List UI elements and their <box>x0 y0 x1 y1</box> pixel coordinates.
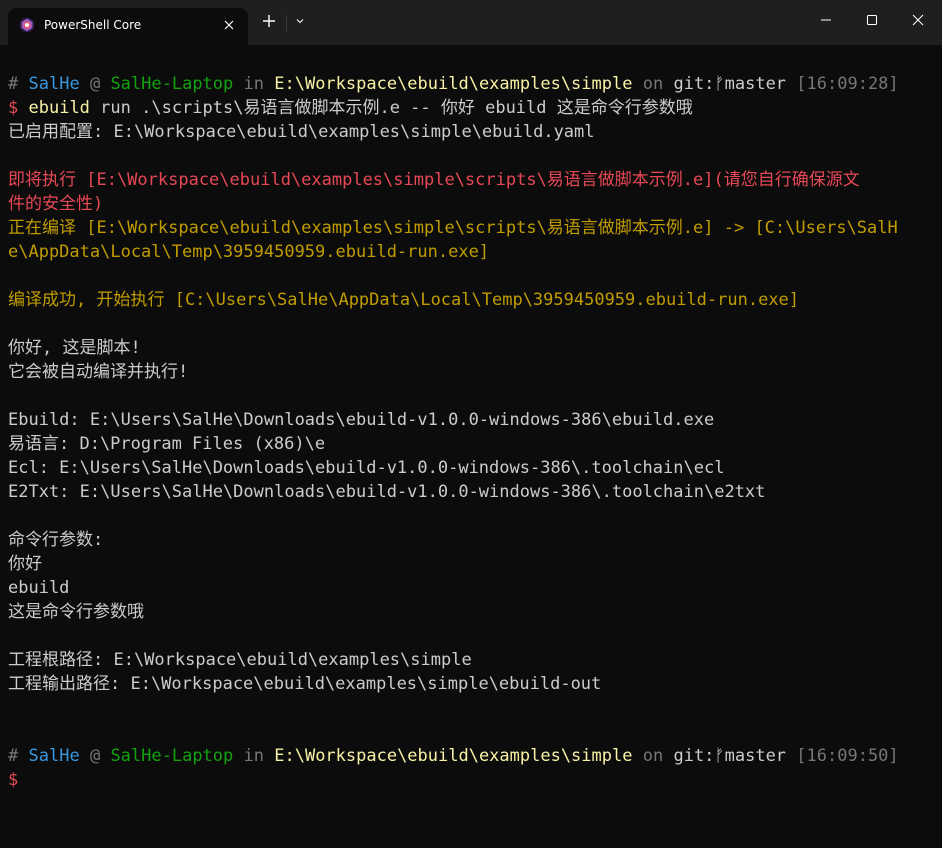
output-line: 易语言: D:\Program Files (x86)\e <box>8 434 326 454</box>
output-line: ebuild <box>8 578 70 598</box>
close-icon[interactable] <box>220 16 238 34</box>
output-line: 它会被自动编译并执行! <box>8 362 189 382</box>
prompt-git: git: <box>673 746 715 766</box>
output-line: 已启用配置: E:\Workspace\ebuild\examples\simp… <box>8 122 595 142</box>
minimize-icon <box>821 19 831 21</box>
output-line: 你好 <box>8 554 42 574</box>
close-icon <box>912 14 924 26</box>
new-tab-button[interactable] <box>258 10 280 32</box>
output-line: 件的安全性) <box>8 194 104 214</box>
git-branch-icon: ᚠ <box>714 746 725 766</box>
output-line: 你好, 这是脚本! <box>8 338 141 358</box>
output-line: Ecl: E:\Users\SalHe\Downloads\ebuild-v1.… <box>8 458 725 478</box>
title-bar: PowerShell Core <box>0 0 942 45</box>
prompt-host: SalHe-Laptop <box>110 74 234 94</box>
prompt-in: in <box>243 746 264 766</box>
command-line: $ ebuild run .\scripts\易语言做脚本示例.e -- 你好 … <box>8 96 934 120</box>
chevron-down-icon <box>296 19 304 24</box>
tab-separator <box>286 15 287 31</box>
prompt-dollar: $ <box>8 770 19 790</box>
prompt-path: E:\Workspace\ebuild\examples\simple <box>274 74 633 94</box>
output-line: 工程输出路径: E:\Workspace\ebuild\examples\sim… <box>8 674 602 694</box>
tab-dropdown-button[interactable] <box>289 10 311 32</box>
output-line: 编译成功, 开始执行 [C:\Users\SalHe\AppData\Local… <box>8 290 800 310</box>
prompt-user: SalHe <box>28 74 80 94</box>
command-output: 已启用配置: E:\Workspace\ebuild\examples\simp… <box>8 120 934 744</box>
prompt-hash: # <box>8 74 19 94</box>
command-args: run .\scripts\易语言做脚本示例.e -- 你好 ebuild 这是… <box>100 98 693 118</box>
minimize-button[interactable] <box>803 4 849 36</box>
prompt-user: SalHe <box>28 746 80 766</box>
output-line: 命令行参数: <box>8 530 104 550</box>
output-line: Ebuild: E:\Users\SalHe\Downloads\ebuild-… <box>8 410 715 430</box>
maximize-button[interactable] <box>849 4 895 36</box>
prompt-branch: master <box>724 74 787 94</box>
plus-icon <box>263 15 275 27</box>
command-name: ebuild <box>28 98 90 118</box>
prompt-at: @ <box>89 746 101 766</box>
prompt-hash: # <box>8 746 19 766</box>
prompt-at: @ <box>89 74 101 94</box>
prompt-time: [16:09:28] <box>796 74 899 94</box>
output-line: 工程根路径: E:\Workspace\ebuild\examples\simp… <box>8 650 472 670</box>
prompt-time: [16:09:50] <box>796 746 899 766</box>
output-line: 正在编译 [E:\Workspace\ebuild\examples\simpl… <box>8 218 898 238</box>
prompt-host: SalHe-Laptop <box>110 746 234 766</box>
powershell-icon <box>19 17 35 33</box>
tab-powershell-core[interactable]: PowerShell Core <box>8 8 248 45</box>
prompt-git: git: <box>673 74 715 94</box>
input-line[interactable]: $ <box>8 768 934 792</box>
maximize-icon <box>867 15 877 25</box>
prompt-on: on <box>642 74 664 94</box>
prompt-branch: master <box>724 746 787 766</box>
close-button[interactable] <box>895 4 941 36</box>
git-branch-icon: ᚠ <box>714 74 725 94</box>
tab-title: PowerShell Core <box>44 18 142 32</box>
output-line: e\AppData\Local\Temp\3959450959.ebuild-r… <box>8 242 490 262</box>
prompt-line: # SalHe @ SalHe-Laptop in E:\Workspace\e… <box>8 744 934 768</box>
prompt-in: in <box>243 74 264 94</box>
prompt-dollar: $ <box>8 98 19 118</box>
output-line: 这是命令行参数哦 <box>8 602 144 622</box>
prompt-on: on <box>642 746 664 766</box>
output-line: 即将执行 [E:\Workspace\ebuild\examples\simpl… <box>8 170 860 190</box>
prompt-path: E:\Workspace\ebuild\examples\simple <box>274 746 633 766</box>
output-line: E2Txt: E:\Users\SalHe\Downloads\ebuild-v… <box>8 482 766 502</box>
prompt-line: # SalHe @ SalHe-Laptop in E:\Workspace\e… <box>8 72 934 96</box>
terminal-output[interactable]: # SalHe @ SalHe-Laptop in E:\Workspace\e… <box>8 72 934 792</box>
